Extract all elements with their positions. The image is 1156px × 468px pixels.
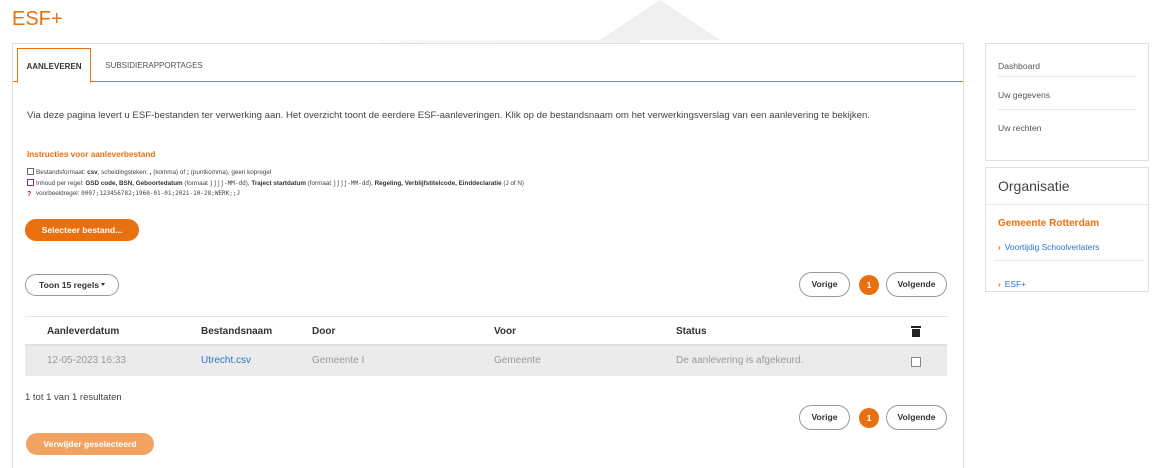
content-mid3: (formaat (305, 180, 333, 187)
table-header: Aanleverdatum Bestandsnaam Door Voor Sta… (25, 316, 947, 346)
nav-item-uw-rechten[interactable]: Uw rechten (998, 110, 1136, 143)
row-by: Gemeente I (312, 355, 365, 366)
sidebar-nav: Dashboard Uw gegevens Uw rechten (985, 43, 1149, 161)
format-value: csv (87, 169, 98, 176)
nav-item-dashboard[interactable]: Dashboard (998, 44, 1136, 77)
tab-bar: AANLEVEREN SUBSIDIERAPPORTAGES (13, 44, 963, 83)
header-voor[interactable]: Voor (494, 317, 516, 346)
show-rows-dropdown[interactable]: Toon 15 regels (25, 274, 119, 296)
tab-subsidierapportages[interactable]: SUBSIDIERAPPORTAGES (93, 48, 215, 83)
nav-list: Dashboard Uw gegevens Uw rechten (986, 44, 1148, 160)
header-door[interactable]: Door (312, 317, 335, 346)
previous-button-top[interactable]: Vorige (799, 272, 850, 297)
content-date2: jjjj-MM-dd (332, 180, 369, 187)
content-mid1: (formaat (182, 180, 210, 187)
delete-selected-button[interactable]: Verwijder geselecteerd (26, 433, 154, 455)
previous-button-bottom[interactable]: Vorige (799, 405, 850, 430)
row-filename-link[interactable]: Utrecht.csv (201, 346, 251, 376)
next-button-bottom[interactable]: Volgende (886, 405, 947, 430)
file-icon (27, 168, 34, 175)
content-fields3: Regeling, Verblijfstitelcode, Einddeclar… (374, 180, 502, 187)
example-prefix: voorbeeldregel: (36, 190, 82, 197)
format-mid2: (komma) of (151, 169, 187, 176)
format-suffix: (puntkomma), geen kopregel (188, 169, 272, 176)
show-rows-label: Toon 15 regels (38, 280, 99, 290)
content-fields1: GSD code, BSN, Geboortedatum (85, 180, 183, 187)
row-date: 12-05-2023 16:33 (47, 355, 126, 366)
nav-item-uw-gegevens[interactable]: Uw gegevens (998, 77, 1136, 110)
org-link-esf[interactable]: › ESF+ (998, 279, 1026, 289)
row-status: De aanlevering is afgekeurd. (676, 355, 804, 366)
chevron-right-icon: › (998, 242, 1001, 252)
main-panel: AANLEVEREN SUBSIDIERAPPORTAGES Via deze … (12, 43, 964, 468)
table-row: 12-05-2023 16:33 Utrecht.csv Gemeente I … (25, 346, 947, 376)
content-suffix: (J of N) (501, 180, 525, 187)
content-date1: jjjj-MM-dd (209, 180, 246, 187)
organisation-name: Gemeente Rotterdam (998, 218, 1100, 229)
organisation-panel: Organisatie Gemeente Rotterdam › Voortijd… (985, 167, 1149, 292)
instruction-content: Inhoud per regel: GSD code, BSN, Geboort… (27, 179, 524, 187)
org-link-label: ESF+ (1004, 279, 1026, 289)
divider (994, 260, 1144, 261)
org-link-voortijdig-schoolverlaters[interactable]: › Voortijdig Schoolverlaters (998, 242, 1099, 252)
row-select-checkbox[interactable] (911, 357, 921, 367)
instructions-title: Instructies voor aanleverbestand (27, 150, 156, 159)
page-number-bottom[interactable]: 1 (859, 408, 879, 428)
intro-text: Via deze pagina levert u ESF-bestanden t… (27, 110, 870, 121)
trash-icon (911, 326, 921, 337)
caret-down-icon (101, 283, 105, 286)
example-value: 0007;123456782;1960-01-01;2021-10-28;WER… (81, 190, 241, 197)
uploads-table: Aanleverdatum Bestandsnaam Door Voor Sta… (25, 316, 947, 376)
format-prefix: Bestandsformaat: (36, 169, 88, 176)
header-aanleverdatum[interactable]: Aanleverdatum (47, 317, 119, 346)
app-title: ESF+ (12, 8, 63, 30)
header-status[interactable]: Status (676, 317, 707, 346)
divider (986, 204, 1148, 205)
result-count: 1 tot 1 van 1 resultaten (25, 392, 122, 403)
instruction-format: Bestandsformaat: csv, scheidingsteken: ,… (27, 168, 271, 176)
organisation-title: Organisatie (998, 178, 1070, 194)
page-number-top[interactable]: 1 (859, 275, 879, 295)
format-mid: , scheidingsteken: (97, 169, 150, 176)
instruction-example: ? voorbeeldregel: 0007;123456782;1960-01-… (27, 190, 240, 198)
row-for: Gemeente (494, 355, 541, 366)
tab-aanleveren[interactable]: AANLEVEREN (17, 48, 91, 83)
background-decoration (600, 0, 720, 40)
org-link-label: Voortijdig Schoolverlaters (1004, 242, 1100, 252)
next-button-top[interactable]: Volgende (886, 272, 947, 297)
content-fields2: Traject startdatum (251, 180, 306, 187)
select-file-button[interactable]: Selecteer bestand... (25, 219, 139, 241)
content-prefix: Inhoud per regel: (36, 180, 86, 187)
import-icon (27, 179, 34, 186)
chevron-right-icon: › (998, 279, 1001, 289)
question-icon: ? (27, 191, 32, 198)
header-bestandsnaam[interactable]: Bestandsnaam (201, 317, 272, 346)
